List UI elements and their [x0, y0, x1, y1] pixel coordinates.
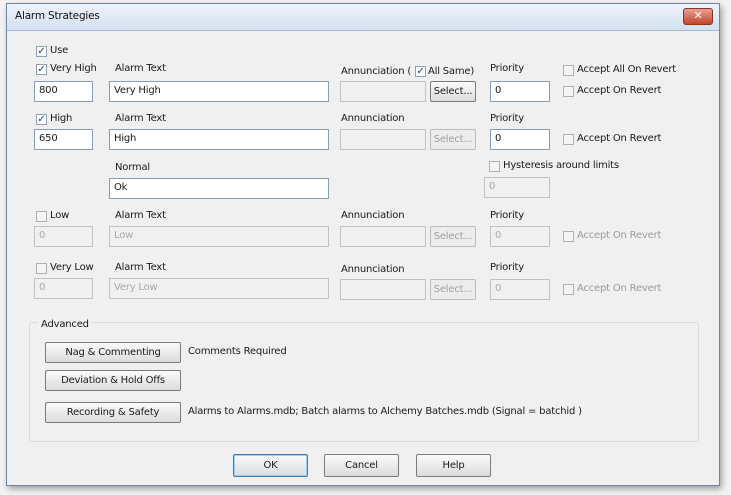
low-annunciation-label: Annunciation	[341, 210, 405, 221]
low-checkbox[interactable]	[36, 211, 47, 222]
ok-button[interactable]: OK	[233, 454, 308, 477]
very-low-checkbox[interactable]	[36, 263, 47, 274]
very-high-alarm-text-input[interactable]: Very High	[109, 81, 329, 102]
low-alarm-text-label: Alarm Text	[115, 210, 166, 221]
nag-commenting-button[interactable]: Nag & Commenting	[45, 342, 181, 363]
high-priority-label: Priority	[490, 113, 524, 124]
hysteresis-label: Hysteresis around limits	[503, 160, 619, 171]
normal-text-input[interactable]: Ok	[109, 178, 329, 199]
accept-all-on-revert-checkbox[interactable]	[563, 65, 574, 76]
very-high-accept-on-revert-checkbox[interactable]	[563, 86, 574, 97]
very-low-label: Very Low	[50, 262, 94, 273]
title-bar: Alarm Strategies ✕	[7, 4, 719, 31]
high-accept-on-revert-label: Accept On Revert	[577, 133, 662, 144]
very-high-select-button[interactable]: Select...	[430, 81, 476, 102]
high-checkbox[interactable]: ✓	[36, 114, 47, 125]
help-button[interactable]: Help	[416, 454, 491, 477]
deviation-hold-offs-button[interactable]: Deviation & Hold Offs	[45, 370, 181, 391]
high-accept-on-revert-checkbox[interactable]	[563, 134, 574, 145]
low-label: Low	[50, 210, 70, 221]
close-button[interactable]: ✕	[683, 8, 713, 25]
very-high-label: Very High	[50, 63, 97, 74]
low-annunciation-input	[340, 226, 426, 247]
advanced-group-label: Advanced	[38, 319, 92, 330]
all-same-label: All Same)	[428, 66, 475, 77]
very-low-annunciation-label: Annunciation	[341, 264, 405, 275]
normal-label: Normal	[115, 162, 150, 173]
very-low-priority-label: Priority	[490, 262, 524, 273]
very-low-accept-on-revert-checkbox[interactable]	[563, 284, 574, 295]
hysteresis-input: 0	[484, 177, 550, 198]
very-low-accept-on-revert-label: Accept On Revert	[577, 283, 662, 294]
use-checkbox[interactable]: ✓	[36, 46, 47, 57]
recording-safety-button[interactable]: Recording & Safety	[45, 402, 181, 423]
low-accept-on-revert-label: Accept On Revert	[577, 230, 662, 241]
very-high-priority-input[interactable]: 0	[490, 81, 550, 102]
alarm-strategies-dialog: Alarm Strategies ✕ ✓ Use ✓ Very High 800…	[6, 3, 720, 486]
low-limit-input: 0	[34, 226, 93, 247]
low-priority-label: Priority	[490, 210, 524, 221]
very-low-annunciation-input	[340, 279, 426, 300]
low-alarm-text-input: Low	[109, 226, 329, 247]
very-high-alarm-text-label: Alarm Text	[115, 63, 166, 74]
high-annunciation-input	[340, 129, 426, 150]
high-select-button[interactable]: Select...	[430, 129, 476, 150]
high-annunciation-label: Annunciation	[341, 113, 405, 124]
dialog-title: Alarm Strategies	[15, 10, 100, 22]
very-high-accept-on-revert-label: Accept On Revert	[577, 85, 662, 96]
very-low-limit-input: 0	[34, 278, 93, 299]
high-limit-input[interactable]: 650	[34, 129, 93, 150]
very-low-alarm-text-label: Alarm Text	[115, 262, 166, 273]
very-high-annunciation-input	[340, 81, 426, 102]
low-accept-on-revert-checkbox[interactable]	[563, 231, 574, 242]
very-high-annunciation-label: Annunciation (	[341, 66, 412, 77]
all-same-checkbox[interactable]: ✓	[415, 66, 426, 77]
recording-status-text: Alarms to Alarms.mdb; Batch alarms to Al…	[188, 406, 582, 417]
low-priority-input: 0	[490, 226, 550, 247]
very-high-limit-input[interactable]: 800	[34, 81, 93, 102]
very-high-checkbox[interactable]: ✓	[36, 64, 47, 75]
very-low-alarm-text-input: Very Low	[109, 278, 329, 299]
hysteresis-checkbox[interactable]	[489, 161, 500, 172]
very-low-priority-input: 0	[490, 279, 550, 300]
nag-status-text: Comments Required	[188, 346, 287, 357]
cancel-button[interactable]: Cancel	[324, 454, 399, 477]
very-low-select-button[interactable]: Select...	[430, 279, 476, 300]
use-label: Use	[50, 45, 69, 56]
very-high-priority-label: Priority	[490, 63, 524, 74]
low-select-button[interactable]: Select...	[430, 226, 476, 247]
high-label: High	[50, 113, 73, 124]
high-alarm-text-input[interactable]: High	[109, 129, 329, 150]
high-priority-input[interactable]: 0	[490, 129, 550, 150]
high-alarm-text-label: Alarm Text	[115, 113, 166, 124]
accept-all-on-revert-label: Accept All On Revert	[577, 64, 676, 75]
